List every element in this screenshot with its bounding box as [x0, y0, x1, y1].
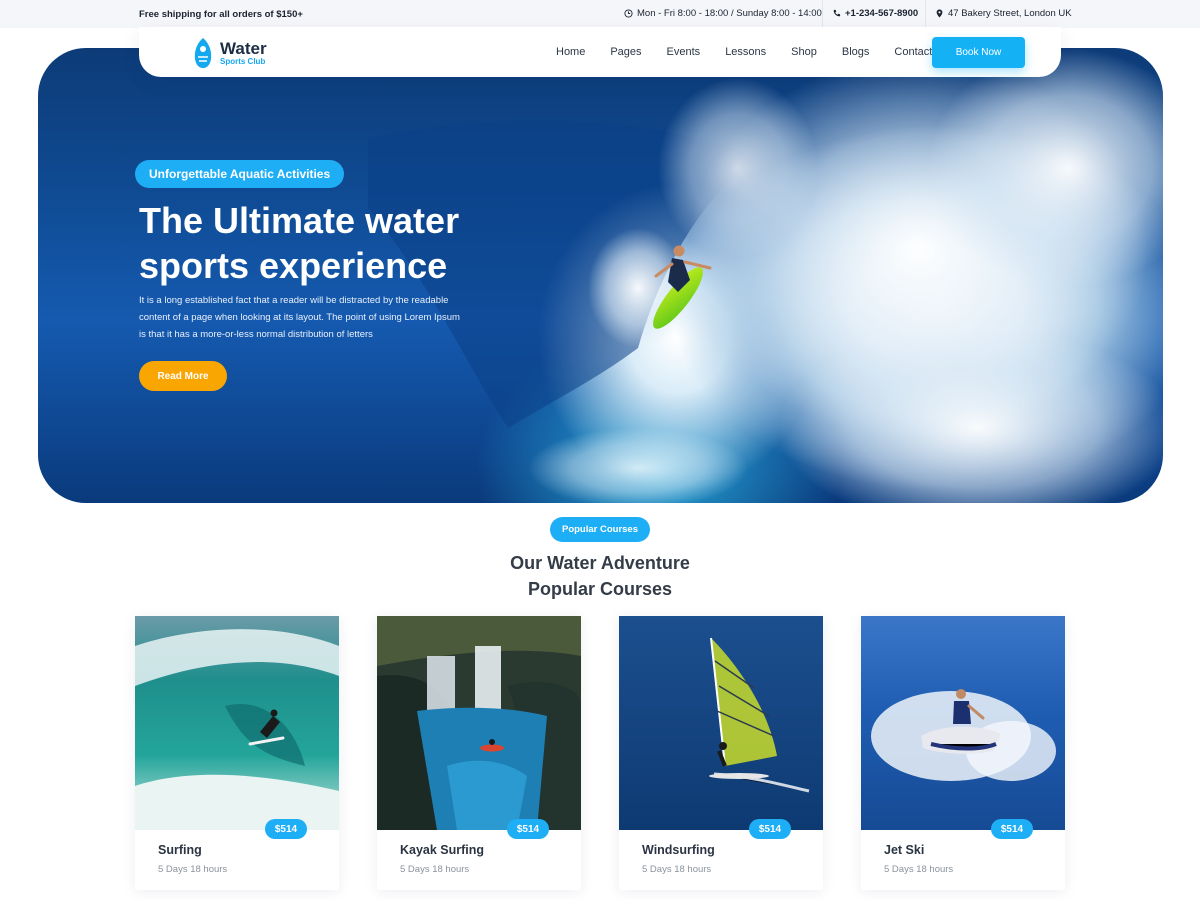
- course-title: Kayak Surfing: [400, 843, 485, 857]
- section-title-line1: Our Water Adventure: [510, 553, 690, 573]
- map-pin-icon: [936, 9, 943, 18]
- course-duration: 5 Days 18 hours: [642, 864, 712, 875]
- phone-number-text: +1-234-567-8900: [845, 8, 919, 19]
- hero-badge: Unforgettable Aquatic Activities: [135, 160, 345, 188]
- main-navigation: Water Sports Club Home Pages Events Less…: [139, 27, 1061, 77]
- course-image-surfing: [135, 616, 339, 830]
- divider: [822, 0, 823, 28]
- book-now-button[interactable]: Book Now: [932, 37, 1025, 68]
- course-image-kayak-surfing: [377, 616, 581, 830]
- shipping-notice: Free shipping for all orders of $150+: [139, 9, 303, 20]
- price-badge: $514: [991, 819, 1033, 839]
- nav-item-shop[interactable]: Shop: [791, 46, 817, 58]
- nav-item-events[interactable]: Events: [667, 46, 701, 58]
- top-bar: Free shipping for all orders of $150+ Mo…: [0, 0, 1200, 28]
- address: 47 Bakery Street, London UK: [935, 8, 1072, 19]
- price-badge: $514: [507, 819, 549, 839]
- logo-subtitle: Sports Club: [220, 57, 266, 66]
- site-logo[interactable]: Water Sports Club: [192, 37, 267, 69]
- nav-item-pages[interactable]: Pages: [610, 46, 641, 58]
- read-more-button[interactable]: Read More: [139, 361, 227, 391]
- nav-item-lessons[interactable]: Lessons: [725, 46, 766, 58]
- clock-icon: [624, 9, 633, 18]
- hero-description: It is a long established fact that a rea…: [139, 295, 460, 340]
- course-duration: 5 Days 18 hours: [884, 864, 954, 875]
- section-title-line2: Popular Courses: [527, 579, 673, 599]
- course-card-windsurfing[interactable]: $514 Windsurfing 5 Days 18 hours: [619, 616, 823, 890]
- hero-title: The Ultimate water sports experience: [139, 200, 460, 286]
- section-badge: Popular Courses: [550, 517, 650, 542]
- opening-hours: Mon - Fri 8:00 - 18:00 / Sunday 8:00 - 1…: [624, 8, 822, 19]
- course-duration: 5 Days 18 hours: [400, 864, 470, 875]
- phone-number[interactable]: +1-234-567-8900: [832, 8, 918, 19]
- course-image-windsurfing: [619, 616, 823, 830]
- address-text: 47 Bakery Street, London UK: [948, 8, 1072, 19]
- opening-hours-text: Mon - Fri 8:00 - 18:00 / Sunday 8:00 - 1…: [637, 8, 822, 19]
- nav-item-contact[interactable]: Contact: [894, 46, 932, 58]
- nav-menu: Home Pages Events Lessons Shop Blogs Con…: [556, 46, 932, 58]
- section-title: Our Water Adventure Popular Courses: [400, 550, 800, 602]
- course-card-surfing[interactable]: $514 Surfing 5 Days 18 hours: [135, 616, 339, 890]
- price-badge: $514: [749, 819, 791, 839]
- course-title: Jet Ski: [884, 843, 925, 857]
- course-duration: 5 Days 18 hours: [158, 864, 228, 875]
- nav-item-home[interactable]: Home: [556, 46, 585, 58]
- phone-icon: [833, 9, 841, 17]
- course-card-kayak-surfing[interactable]: $514 Kayak Surfing 5 Days 18 hours: [377, 616, 581, 890]
- course-image-jet-ski: [861, 616, 1065, 830]
- course-card-jet-ski[interactable]: $514 Jet Ski 5 Days 18 hours: [861, 616, 1065, 890]
- nav-item-blogs[interactable]: Blogs: [842, 46, 870, 58]
- surfboard-logo-icon: [194, 38, 212, 68]
- logo-title: Water: [220, 39, 267, 58]
- price-badge: $514: [265, 819, 307, 839]
- divider: [925, 0, 926, 28]
- course-title: Surfing: [158, 843, 202, 857]
- course-title: Windsurfing: [642, 843, 715, 857]
